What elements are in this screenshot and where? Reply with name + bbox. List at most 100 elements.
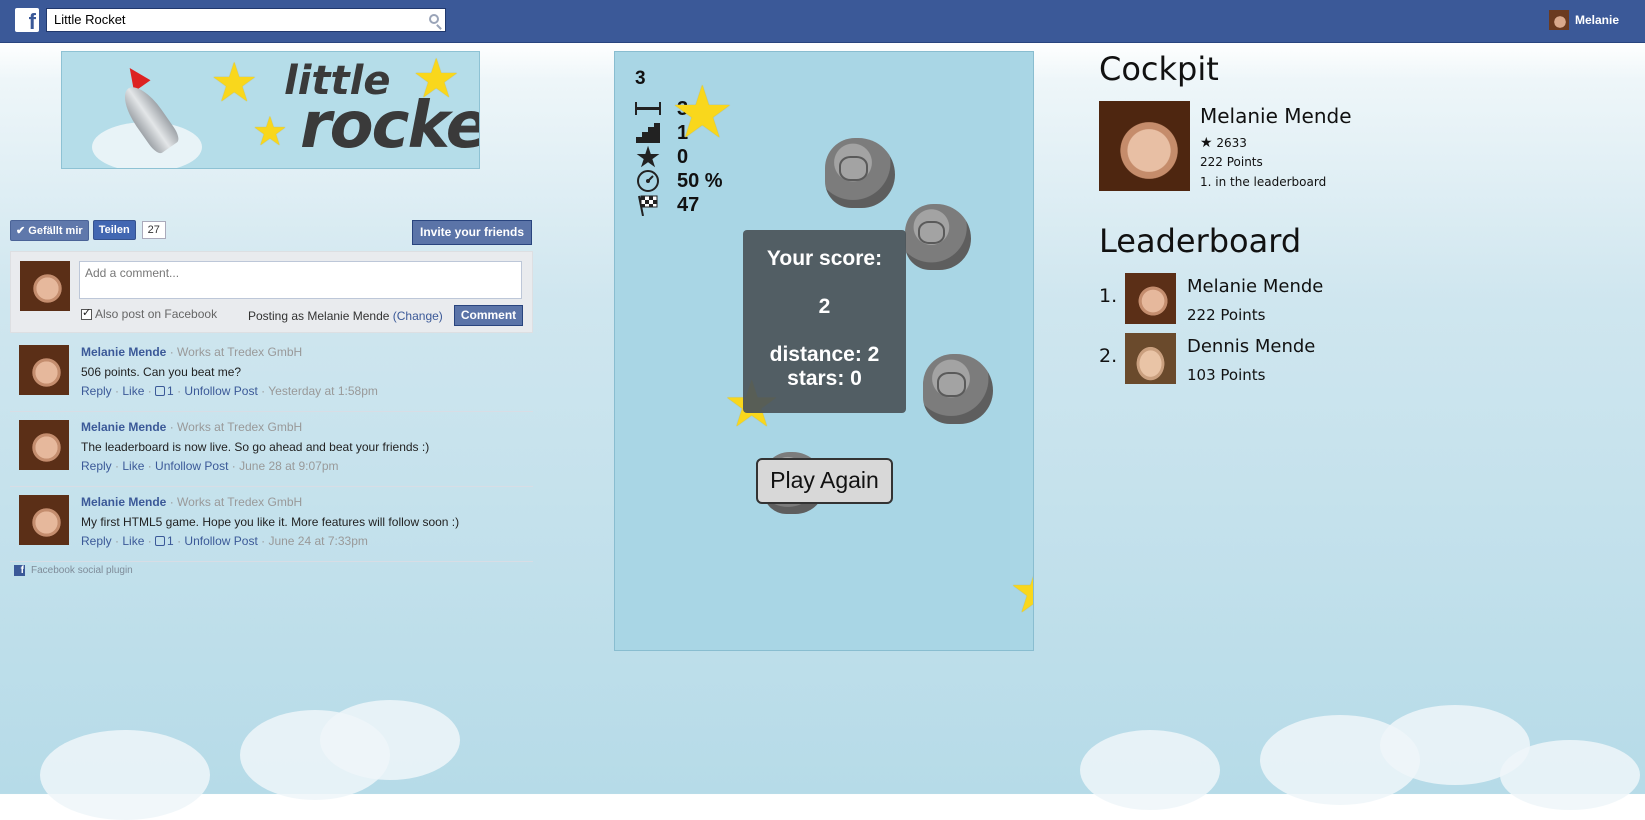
comment-author-link[interactable]: Melanie Mende (81, 345, 166, 359)
share-count: 27 (141, 221, 166, 239)
comment-time[interactable]: · June 24 at 7:33pm (261, 534, 368, 548)
like-share-bar: ✔ Gefällt mir Teilen 27 (10, 219, 166, 241)
posting-as-label: Posting as Melanie Mende (248, 309, 390, 323)
hud-level: 3 (635, 68, 646, 89)
facebook-logo-icon: f (14, 565, 25, 576)
comment-header: Melanie Mende · Works at Tredex GmbH (81, 420, 302, 434)
hud-speed: 50 % (635, 169, 723, 193)
comment-author-work: · Works at Tredex GmbH (169, 495, 303, 509)
score-label: Your score: (766, 247, 883, 270)
comment-item: Melanie Mende · Works at Tredex GmbH My … (10, 487, 533, 562)
comment-item: Melanie Mende · Works at Tredex GmbH The… (10, 412, 533, 487)
comment-author-link[interactable]: Melanie Mende (81, 495, 166, 509)
comment-submit-button[interactable]: Comment (454, 305, 523, 326)
comment-item: Melanie Mende · Works at Tredex GmbH 506… (10, 337, 533, 412)
comment-actions: Reply · Like · Unfollow Post · June 28 a… (81, 459, 339, 473)
comment-time[interactable]: · Yesterday at 1:58pm (261, 384, 378, 398)
share-button[interactable]: Teilen (92, 220, 136, 240)
leaderboard-rank: 2. (1099, 345, 1118, 367)
game-canvas[interactable]: 3 3 1 ★ 0 50 % 47 ★ ★ ★ Your score: 2 di… (614, 51, 1034, 651)
like-link[interactable]: Like (122, 384, 144, 398)
avatar (1125, 333, 1176, 384)
like-button[interactable]: ✔ Gefällt mir (10, 219, 89, 241)
comment-author-link[interactable]: Melanie Mende (81, 420, 166, 434)
leaderboard-heading: Leaderboard (1099, 222, 1302, 260)
reply-link[interactable]: Reply (81, 459, 112, 473)
score-stars: stars: 0 (787, 367, 862, 390)
reply-link[interactable]: Reply (81, 534, 112, 548)
avatar (1548, 10, 1569, 30)
comment-text: The leaderboard is now live. So go ahead… (81, 440, 430, 454)
star-icon: ★ (1009, 562, 1033, 622)
star-icon: ★ (670, 73, 735, 153)
star-icon: ★ (636, 141, 660, 172)
facebook-social-plugin-link[interactable]: f Facebook social plugin (14, 565, 133, 576)
leaderboard-player-name: Dennis Mende (1187, 336, 1316, 357)
user-profile-link[interactable]: Melanie (1548, 10, 1619, 30)
also-post-label: Also post on Facebook (95, 307, 218, 321)
cloud-decoration (40, 730, 210, 820)
search-input[interactable]: Little Rocket (46, 8, 446, 32)
likes-count[interactable]: 1 (155, 534, 174, 548)
search-input-value: Little Rocket (54, 12, 126, 27)
avatar[interactable] (19, 495, 69, 545)
star-icon: ★ (1200, 135, 1213, 151)
thumbs-up-icon (155, 536, 166, 546)
comment-author-work: · Works at Tredex GmbH (169, 420, 303, 434)
star-icon: ★ (210, 53, 259, 113)
score-distance: distance: 2 (769, 343, 880, 366)
avatar[interactable] (19, 420, 69, 470)
leaderboard-rank: 1. (1099, 285, 1118, 307)
stairs-icon (635, 123, 661, 143)
star-icon: ★ (252, 110, 288, 154)
hud-goal-value: 47 (677, 193, 700, 216)
reply-link[interactable]: Reply (81, 384, 112, 398)
like-link[interactable]: Like (122, 534, 144, 548)
user-name: Melanie (1574, 13, 1619, 27)
hud-goal: 47 (635, 193, 699, 217)
invite-friends-button[interactable]: Invite your friends (412, 220, 532, 245)
asteroid (825, 138, 895, 208)
score-panel: Your score: 2 distance: 2 stars: 0 (743, 230, 906, 413)
comment-actions: Reply · Like · 1 · Unfollow Post · Yeste… (81, 384, 378, 398)
banner-title-line2: rocket (300, 89, 479, 163)
comment-box: Add a comment... Also post on Facebook P… (10, 251, 533, 333)
also-post-checkbox[interactable]: Also post on Facebook (81, 306, 218, 321)
distance-icon (635, 102, 661, 116)
asteroid (905, 204, 971, 270)
checkbox[interactable] (81, 306, 92, 320)
facebook-logo-icon[interactable]: f (15, 8, 39, 32)
plugin-label: Facebook social plugin (31, 565, 133, 576)
search-icon[interactable] (429, 14, 439, 24)
avatar (1099, 101, 1190, 191)
cockpit-points: 222 Points (1200, 155, 1263, 169)
unfollow-post-link[interactable]: Unfollow Post (184, 534, 257, 548)
avatar[interactable] (19, 345, 69, 395)
comment-text: My first HTML5 game. Hope you like it. M… (81, 515, 460, 529)
leaderboard-player-points: 103 Points (1187, 366, 1266, 384)
leaderboard-player-points: 222 Points (1187, 306, 1266, 324)
avatar (20, 261, 70, 311)
posting-as: Posting as Melanie Mende (Change) (248, 309, 443, 323)
comment-time[interactable]: · June 28 at 9:07pm (232, 459, 339, 473)
unfollow-post-link[interactable]: Unfollow Post (155, 459, 228, 473)
cockpit-stars-value: 2633 (1216, 136, 1247, 150)
checkered-flag-icon (635, 194, 661, 216)
cloud-decoration (1080, 730, 1220, 810)
speedometer-icon (635, 169, 661, 193)
cockpit-stars: ★ 2633 (1200, 135, 1247, 151)
likes-count[interactable]: 1 (155, 384, 174, 398)
unfollow-post-link[interactable]: Unfollow Post (184, 384, 257, 398)
comment-input[interactable]: Add a comment... (79, 261, 522, 299)
change-account-link[interactable]: (Change) (393, 309, 443, 323)
avatar (1125, 273, 1176, 324)
game-banner: ★ ★ ★ little rocket (61, 51, 480, 169)
comment-actions: Reply · Like · 1 · Unfollow Post · June … (81, 534, 368, 548)
facebook-top-bar: f Little Rocket Melanie (0, 0, 1645, 43)
likes-count-value: 1 (167, 384, 174, 398)
comment-text: 506 points. Can you beat me? (81, 365, 242, 379)
like-link[interactable]: Like (122, 459, 144, 473)
comment-author-work: · Works at Tredex GmbH (169, 345, 303, 359)
play-again-button[interactable]: Play Again (756, 458, 893, 504)
asteroid (923, 354, 993, 424)
